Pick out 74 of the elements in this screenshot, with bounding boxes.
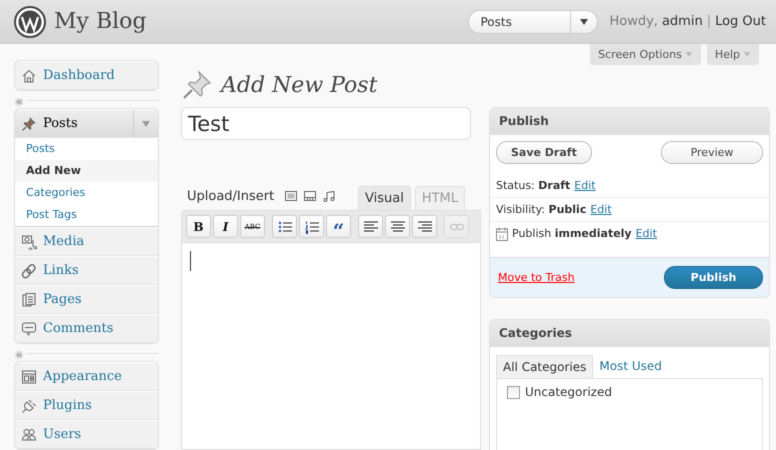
box-title: Categories xyxy=(490,320,769,347)
category-tab[interactable]: Most Used xyxy=(593,355,668,378)
pushpin-icon xyxy=(181,69,213,101)
menu-item[interactable]: Plugins xyxy=(15,391,158,420)
screen-tab[interactable]: Screen Options xyxy=(590,44,701,65)
layout-icon xyxy=(21,368,37,384)
save-draft-button[interactable]: Save Draft xyxy=(496,141,592,164)
align-right-icon xyxy=(416,220,432,234)
users-icon xyxy=(21,426,37,442)
plug-icon xyxy=(21,398,37,414)
edit-link[interactable]: Edit xyxy=(574,179,596,192)
publish-button[interactable]: Publish xyxy=(664,266,763,289)
logo-icon xyxy=(14,6,46,38)
bullets-icon xyxy=(276,220,292,234)
quick-menu-dropdown[interactable]: Posts xyxy=(468,10,598,34)
screen-tab[interactable]: Help xyxy=(706,44,759,65)
menu-item[interactable]: Pages xyxy=(15,285,158,314)
submenu-item[interactable]: Post Tags xyxy=(15,204,158,226)
link-icon xyxy=(21,262,37,278)
publish-setting: Status: Draft xyxy=(496,179,570,192)
greeting-text: Howdy, xyxy=(610,14,658,29)
caret-icon xyxy=(684,51,693,58)
house-icon xyxy=(21,68,37,84)
align-center-icon xyxy=(390,220,406,234)
publish-setting: Visibility: Public xyxy=(496,203,586,216)
pages-icon xyxy=(21,292,37,308)
menu-item[interactable]: Media xyxy=(15,227,158,256)
italic-button[interactable]: I xyxy=(213,215,238,238)
user-link[interactable]: admin xyxy=(662,14,703,29)
edit-link[interactable]: Edit xyxy=(636,227,657,240)
numbers-button[interactable] xyxy=(299,215,324,238)
menu-item[interactable]: Posts xyxy=(15,109,158,138)
collapse-icon[interactable] xyxy=(14,97,24,107)
blockquote-button[interactable]: “ xyxy=(326,215,351,238)
title-field[interactable]: Test xyxy=(181,107,471,140)
site-title[interactable]: My Blog xyxy=(54,9,146,34)
align-left-button[interactable] xyxy=(358,215,383,238)
calendar-icon xyxy=(496,227,508,241)
box-title: Publish xyxy=(490,108,769,135)
edit-link[interactable]: Edit xyxy=(590,203,612,216)
page-title: Add New Post xyxy=(221,72,378,98)
submenu-item[interactable]: Add New xyxy=(15,160,158,182)
numbers-icon xyxy=(304,220,320,234)
pin-icon xyxy=(21,116,37,132)
move-to-trash-link[interactable]: Move to Trash xyxy=(498,271,575,284)
music-note-icon[interactable] xyxy=(322,190,336,202)
checkbox[interactable] xyxy=(507,386,520,398)
menu-item[interactable]: Appearance xyxy=(15,362,158,391)
separator-text: | xyxy=(706,14,712,29)
align-left-icon xyxy=(362,220,378,234)
collapse-icon[interactable] xyxy=(14,350,24,360)
submenu-item[interactable]: Categories xyxy=(15,182,158,204)
menu-item[interactable]: Dashboard xyxy=(15,61,158,90)
menu-item[interactable]: Comments xyxy=(15,314,158,343)
category-tab[interactable]: All Categories xyxy=(496,355,594,378)
upload-insert-label: Upload/Insert xyxy=(187,189,274,204)
category-label: Uncategorized xyxy=(525,385,612,399)
preview-button[interactable]: Preview xyxy=(661,141,763,164)
menu-item[interactable]: Users xyxy=(15,420,158,449)
submenu-item[interactable]: Posts xyxy=(15,138,158,160)
image-icon[interactable] xyxy=(284,190,298,202)
caret-icon xyxy=(743,51,751,58)
publish-setting: Publish immediately xyxy=(512,227,632,240)
bullets-button[interactable] xyxy=(272,215,297,238)
menu-item[interactable]: Links xyxy=(15,256,158,285)
film-icon[interactable] xyxy=(303,190,318,202)
caret-icon xyxy=(141,120,151,128)
media-icon xyxy=(21,234,37,250)
bold-button[interactable]: B xyxy=(186,215,211,238)
comment-icon xyxy=(21,320,37,336)
align-center-button[interactable] xyxy=(385,215,410,238)
editor-tab[interactable]: Visual xyxy=(358,186,411,210)
align-right-button[interactable] xyxy=(412,215,437,238)
logout-link[interactable]: Log Out xyxy=(715,14,766,29)
